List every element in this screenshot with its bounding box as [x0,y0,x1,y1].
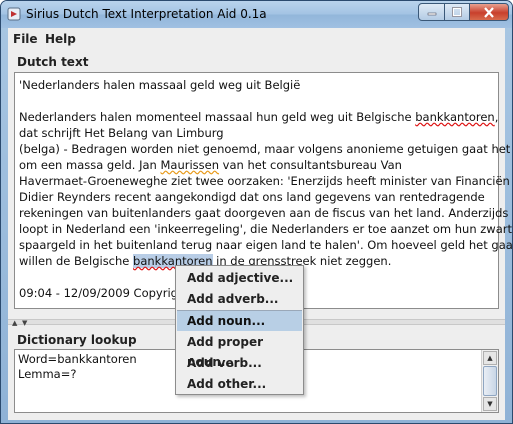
headline: 'Nederlanders halen massaal geld weg uit… [19,78,301,92]
body-line: om een massa geld. Jan Maurissen van het… [19,158,402,172]
lookup-content: Word=bankkantoren Lemma=? [18,352,137,382]
arrow-up-icon[interactable]: ▲ [12,319,17,327]
lookup-word: Word=bankkantoren [18,352,137,366]
dutch-text-label: Dutch text [17,55,89,69]
scroll-up-icon[interactable]: ▲ [483,351,497,365]
application-window: Sirius Dutch Text Interpretation Aid 0.1… [0,0,513,424]
unknown-word-bankkantoren[interactable]: bankkantoren [415,110,494,124]
close-button[interactable] [469,3,509,21]
window-title: Sirius Dutch Text Interpretation Aid 0.1… [26,7,267,21]
body-line: spaargeld in het buitenland terug naar e… [19,238,513,252]
menu-add-adverb[interactable]: Add adverb... [177,289,302,309]
scroll-thumb[interactable] [483,366,497,396]
body-line: loopt in Nederland een 'inkeerregeling',… [19,222,513,236]
menu-file[interactable]: File [13,32,38,46]
lookup-lemma: Lemma=? [18,367,77,381]
menu-add-proper-noun[interactable]: Add proper noun... [177,332,302,369]
body-line: Nederlanders halen momenteel massaal hun… [19,110,499,124]
dictionary-lookup-label: Dictionary lookup [17,333,137,347]
title-bar[interactable]: Sirius Dutch Text Interpretation Aid 0.1… [1,1,512,28]
menu-add-noun[interactable]: Add noun... [177,311,302,331]
menu-add-verb[interactable]: Add verb... [177,353,302,373]
minimize-button[interactable] [418,3,445,21]
arrow-down-icon[interactable]: ▼ [22,319,27,327]
close-icon [484,6,494,18]
body-line: Didier Reynders recent aangekondigd dat … [19,190,485,204]
minimize-icon [427,12,436,16]
body-line: (belga) - Bedragen worden niet genoemd, … [19,142,511,156]
menu-add-adjective[interactable]: Add adjective... [177,268,302,288]
context-menu: Add adjective... Add adverb... Add noun.… [175,265,304,395]
unknown-name-maurissen[interactable]: Maurissen [161,158,220,172]
menu-bar: File Help [8,28,505,50]
menu-help[interactable]: Help [45,32,76,46]
body-line: Havermaet-Groeneweghe ziet twee oorzaken… [19,174,510,188]
body-line: rekeningen van buitenlanders gaat doorge… [19,206,509,220]
lookup-scrollbar[interactable]: ▲ ▼ [481,350,498,412]
body-paragraph: Nederlanders halen momenteel massaal hun… [19,109,513,269]
maximize-button[interactable] [444,3,470,21]
body-line: dat schrijft Het Belang van Limburg [19,126,224,140]
menu-add-other[interactable]: Add other... [177,374,302,394]
scroll-down-icon[interactable]: ▼ [483,397,497,411]
app-icon [7,7,21,21]
maximize-icon [452,7,462,17]
